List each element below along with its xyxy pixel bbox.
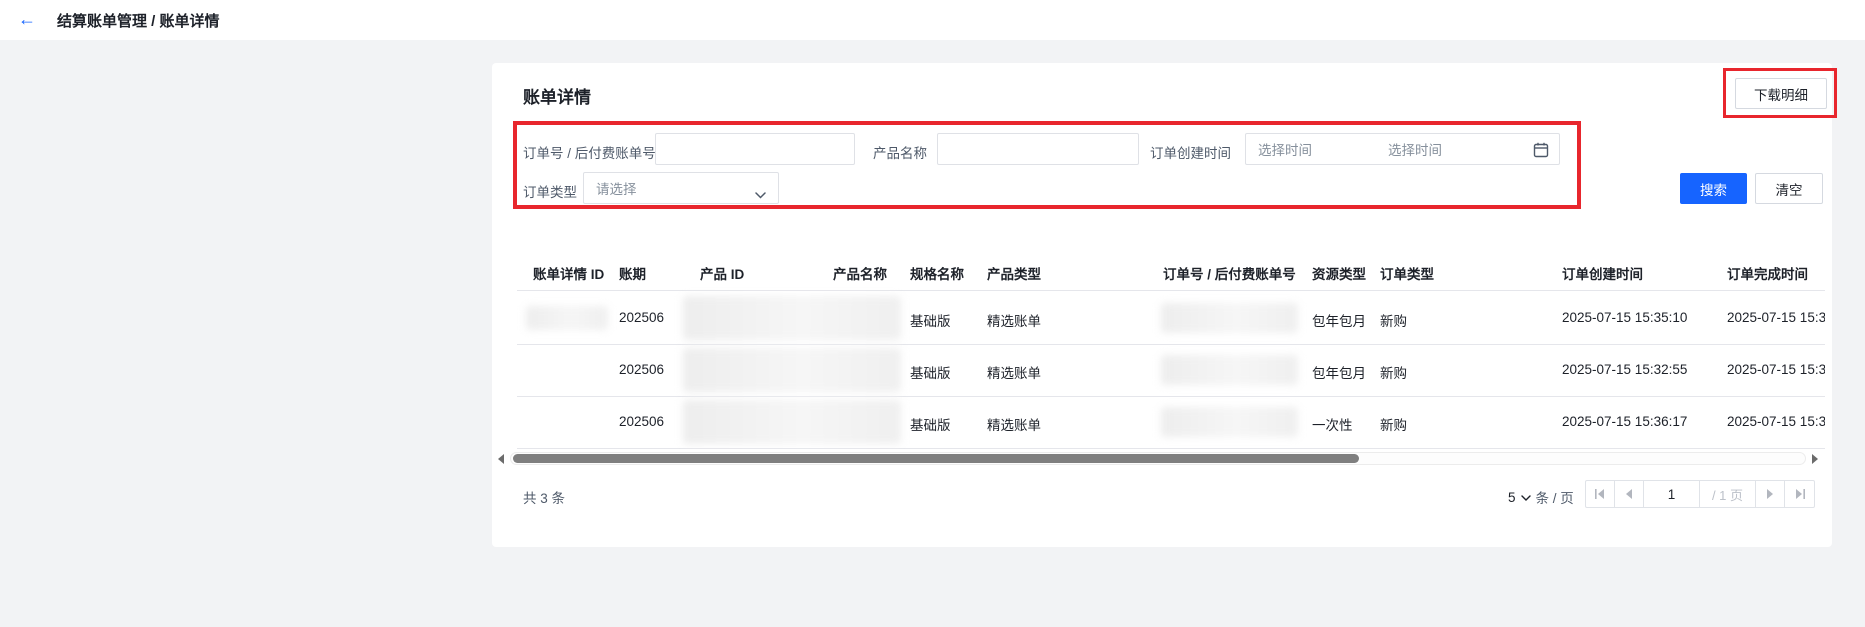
redacted-product-info <box>683 400 901 444</box>
product-name-input[interactable] <box>937 133 1139 165</box>
redacted-product-info <box>683 296 901 340</box>
clear-button[interactable]: 清空 <box>1755 173 1823 204</box>
cell-order-created: 2025-07-15 15:32:55 <box>1562 362 1688 377</box>
cell-billing-period: 202506 <box>619 414 665 429</box>
col-header-product-name: 产品名称 <box>833 267 887 282</box>
table-divider <box>517 344 1825 345</box>
order-create-time-range-picker[interactable]: 选择时间 选择时间 <box>1245 133 1560 165</box>
product-name-label: 产品名称 <box>873 146 927 161</box>
calendar-icon <box>1533 142 1549 163</box>
chevron-down-icon <box>755 186 766 204</box>
page: ← 结算账单管理 / 账单详情 账单详情 下载明细 订单号 / 后付费账单号 产… <box>0 0 1865 627</box>
table-divider <box>517 290 1825 291</box>
cell-spec-name: 基础版 <box>910 314 951 329</box>
cell-billing-period: 202506 <box>619 362 665 377</box>
cell-order-type: 新购 <box>1380 366 1407 381</box>
cell-order-completed: 2025-07-15 15:38: <box>1727 414 1825 429</box>
order-no-input[interactable] <box>655 133 855 165</box>
col-header-resource-type: 资源类型 <box>1312 267 1366 282</box>
download-detail-button[interactable]: 下载明细 <box>1735 78 1827 109</box>
horizontal-scrollbar-track[interactable] <box>510 452 1806 465</box>
cell-product-type: 精选账单 <box>987 418 1041 433</box>
cell-billing-period: 202506 <box>619 310 665 325</box>
top-bar: ← 结算账单管理 / 账单详情 <box>0 0 1865 40</box>
first-page-button[interactable] <box>1586 481 1615 507</box>
cell-order-type: 新购 <box>1380 314 1407 329</box>
cell-order-completed: 2025-07-15 15:34: <box>1727 362 1825 377</box>
order-create-time-label: 订单创建时间 <box>1150 146 1231 161</box>
date-end-placeholder: 选择时间 <box>1388 143 1442 158</box>
chevron-down-icon <box>1520 488 1531 506</box>
col-header-product-type: 产品类型 <box>987 267 1041 282</box>
table-divider <box>517 448 1825 449</box>
page-size-select[interactable]: 5 条 / 页 <box>1508 487 1574 507</box>
cell-order-type: 新购 <box>1380 418 1407 433</box>
cell-order-completed: 2025-07-15 15:36: <box>1727 310 1825 325</box>
col-header-order-type: 订单类型 <box>1380 267 1434 282</box>
cell-resource-type: 包年包月 <box>1312 314 1366 329</box>
cell-resource-type: 一次性 <box>1312 418 1353 433</box>
order-type-placeholder: 请选择 <box>596 182 637 197</box>
col-header-order-created: 订单创建时间 <box>1562 267 1643 282</box>
pagination: 1 / 1 页 <box>1585 480 1815 508</box>
cell-spec-name: 基础版 <box>910 418 951 433</box>
col-header-product-id: 产品 ID <box>700 267 745 282</box>
horizontal-scrollbar-thumb[interactable] <box>513 454 1359 463</box>
page-size-value: 5 <box>1508 489 1516 505</box>
back-arrow-icon[interactable]: ← <box>18 7 36 31</box>
order-type-select[interactable]: 请选择 <box>583 172 779 204</box>
order-no-label: 订单号 / 后付费账单号 <box>523 146 656 161</box>
redacted-order-no <box>1161 303 1298 333</box>
breadcrumb: 结算账单管理 / 账单详情 <box>57 13 220 30</box>
date-start-placeholder: 选择时间 <box>1258 143 1312 158</box>
cell-spec-name: 基础版 <box>910 366 951 381</box>
redacted-bill-detail-id <box>526 306 608 330</box>
table-divider <box>517 396 1825 397</box>
redacted-product-info <box>683 348 901 392</box>
total-pages-text: / 1 页 <box>1700 481 1756 507</box>
bill-detail-card: 账单详情 下载明细 订单号 / 后付费账单号 产品名称 订单创建时间 选择时间 … <box>492 63 1837 547</box>
cell-product-type: 精选账单 <box>987 314 1041 329</box>
page-title: 账单详情 <box>523 88 591 107</box>
prev-page-button[interactable] <box>1615 481 1644 507</box>
col-header-billing-period: 账期 <box>619 267 646 282</box>
col-header-bill-detail-id: 账单详情 ID <box>533 267 605 282</box>
total-count-text: 共 3 条 <box>523 491 566 506</box>
cell-product-type: 精选账单 <box>987 366 1041 381</box>
scroll-right-icon[interactable] <box>1812 454 1818 464</box>
order-type-label: 订单类型 <box>523 185 577 200</box>
cell-order-created: 2025-07-15 15:36:17 <box>1562 414 1688 429</box>
scroll-left-icon[interactable] <box>498 454 504 464</box>
bill-table: 账单详情 ID 账期 产品 ID 产品名称 规格名称 产品类型 订单号 / 后付… <box>517 253 1825 449</box>
cell-resource-type: 包年包月 <box>1312 366 1366 381</box>
last-page-button[interactable] <box>1785 481 1814 507</box>
redacted-order-no <box>1161 355 1298 385</box>
col-header-order-no: 订单号 / 后付费账单号 <box>1163 267 1296 282</box>
current-page-input[interactable]: 1 <box>1644 481 1700 507</box>
redacted-order-no <box>1161 407 1298 437</box>
next-page-button[interactable] <box>1756 481 1785 507</box>
col-header-spec-name: 规格名称 <box>910 267 964 282</box>
search-button[interactable]: 搜索 <box>1680 173 1747 204</box>
cell-order-created: 2025-07-15 15:35:10 <box>1562 310 1688 325</box>
page-size-unit: 条 / 页 <box>1535 491 1574 506</box>
col-header-order-completed: 订单完成时间 <box>1727 267 1808 282</box>
